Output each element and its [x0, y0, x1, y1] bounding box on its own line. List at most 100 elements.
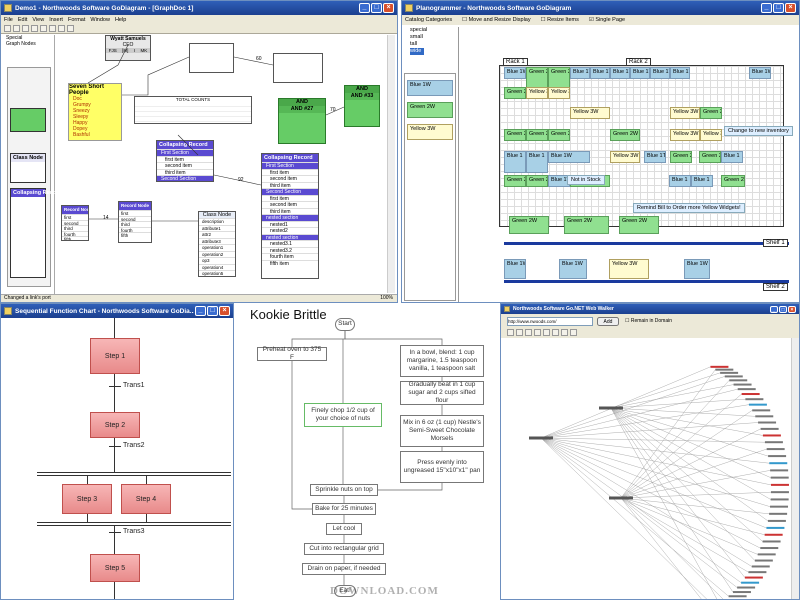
webwalker-hub-node[interactable]: [609, 496, 633, 500]
webwalker-page-node[interactable]: [748, 403, 767, 406]
palette-item-yellow[interactable]: Yellow 3W: [407, 124, 453, 140]
webwalker-scrollbar[interactable]: [791, 338, 799, 599]
plano-item-blue[interactable]: Blue 1T: [570, 67, 590, 79]
webwalker-page-node[interactable]: [724, 375, 743, 378]
webwalker-page-node[interactable]: [760, 547, 779, 550]
back-icon[interactable]: [507, 329, 514, 336]
plano-item-blue[interactable]: Blue 1W: [749, 67, 771, 79]
layout-icon[interactable]: [552, 329, 559, 336]
plano-item-blue[interactable]: Blue 1W: [548, 151, 590, 163]
sfc-step-2[interactable]: Step 2: [90, 412, 140, 438]
link-line[interactable]: [177, 134, 199, 156]
webwalker-page-node[interactable]: [751, 565, 770, 568]
catalog-item-selected[interactable]: wide: [410, 48, 424, 55]
webwalker-page-node[interactable]: [767, 519, 786, 522]
webwalker-page-node[interactable]: [766, 448, 785, 451]
webwalker-page-node[interactable]: [770, 476, 789, 479]
palette-item-blue[interactable]: Blue 1W: [407, 80, 453, 96]
maximize-button[interactable]: □: [779, 305, 787, 313]
plano-item-blue[interactable]: Blue 1T: [644, 151, 666, 163]
plano-item-yellow[interactable]: Yellow 3W: [670, 129, 700, 141]
webwalker-page-node[interactable]: [766, 526, 785, 529]
plano-item-green[interactable]: Green 2W: [564, 216, 609, 234]
webwalker-page-node[interactable]: [770, 469, 789, 472]
webwalker-page-node[interactable]: [769, 512, 788, 515]
webwalker-titlebar[interactable]: Northwoods Software Go.NET Web Walker _ …: [501, 304, 799, 314]
webwalker-page-node[interactable]: [737, 388, 756, 391]
webwalker-page-node[interactable]: [754, 559, 773, 562]
plano-item-yellow[interactable]: Yellow 3: [548, 87, 570, 99]
link-line[interactable]: [122, 56, 190, 96]
palette-and-node[interactable]: [10, 108, 46, 132]
menu-edit[interactable]: Edit: [18, 17, 27, 23]
diagram-canvas[interactable]: Wyatt Samuels CEO FJS [M] I MK Seven Short …: [58, 35, 388, 293]
zoom-in-icon[interactable]: [534, 329, 541, 336]
plano-item-yellow[interactable]: Yellow 3W: [570, 107, 610, 119]
remain-in-domain-checkbox[interactable]: ☐ Remain in Domain: [625, 318, 672, 324]
minimize-button[interactable]: _: [761, 3, 772, 13]
catalog-list[interactable]: special small tall wide: [410, 27, 455, 57]
webwalker-page-node[interactable]: [728, 595, 747, 598]
close-button[interactable]: ×: [383, 3, 394, 13]
catalog-item[interactable]: special: [410, 27, 455, 34]
webwalker-canvas[interactable]: [501, 338, 791, 599]
sfc-step-3[interactable]: Step 3: [62, 484, 112, 514]
paste-icon[interactable]: [49, 25, 56, 32]
webwalker-page-node[interactable]: [729, 379, 748, 382]
plano-item-green[interactable]: Green 2W: [721, 175, 745, 187]
plano-item-yellow[interactable]: Yellow 3W: [609, 259, 649, 279]
plano-item-blue[interactable]: Blue 1W: [684, 259, 710, 279]
planogrammer-titlebar[interactable]: Planogrammer - Northwoods Software GoDia…: [402, 1, 799, 15]
sfc-step-5[interactable]: Step 5: [90, 554, 140, 582]
webwalker-page-node[interactable]: [720, 371, 739, 374]
link-line[interactable]: [233, 56, 274, 66]
webwalker-page-node[interactable]: [741, 581, 760, 584]
minimize-button[interactable]: _: [770, 305, 778, 313]
plano-item-yellow[interactable]: Yellow 3W: [610, 151, 640, 163]
refresh-icon[interactable]: [525, 329, 532, 336]
note-change-inventory[interactable]: Change to new inventory: [724, 126, 793, 136]
plano-item-green[interactable]: Green 2W: [619, 216, 659, 234]
plano-item-blue[interactable]: Blue 1W: [504, 259, 526, 279]
menu-view[interactable]: View: [32, 17, 44, 23]
help-icon[interactable]: [570, 329, 577, 336]
tree-item-graph-nodes[interactable]: Graph Nodes: [3, 41, 54, 47]
menu-help[interactable]: Help: [115, 17, 126, 23]
webwalker-page-node[interactable]: [755, 415, 774, 418]
plano-item-blue[interactable]: Blue 1: [669, 175, 691, 187]
plano-item-green[interactable]: Green 2: [670, 151, 692, 163]
webwalker-page-node[interactable]: [733, 383, 752, 386]
plano-item-yellow[interactable]: Yellow 3: [526, 87, 548, 99]
plano-item-green[interactable]: Green 2W: [526, 175, 548, 187]
webwalker-page-node[interactable]: [715, 368, 734, 371]
webwalker-page-node[interactable]: [770, 483, 789, 486]
maximize-button[interactable]: □: [207, 306, 218, 316]
webwalker-page-node[interactable]: [764, 533, 783, 536]
plano-item-green[interactable]: Green 2T: [526, 129, 548, 141]
webwalker-page-node[interactable]: [770, 505, 789, 508]
plano-item-green[interactable]: Green 2W: [610, 129, 640, 141]
plano-item-blue[interactable]: Blue 1T: [630, 67, 650, 79]
palette-class-node[interactable]: Class Node: [10, 153, 46, 183]
plano-item-blue[interactable]: Blue 1T: [590, 67, 610, 79]
plano-item-yellow[interactable]: Yellow 3W: [670, 107, 700, 119]
webwalker-page-node[interactable]: [762, 434, 781, 437]
menu-format[interactable]: Format: [68, 17, 85, 23]
url-input[interactable]: [507, 317, 593, 326]
sfc-titlebar[interactable]: Sequential Function Chart - Northwoods S…: [1, 304, 233, 318]
plano-item-green[interactable]: Green 2: [504, 87, 526, 99]
webwalker-page-node[interactable]: [758, 421, 777, 424]
webwalker-page-node[interactable]: [757, 553, 776, 556]
close-button[interactable]: ×: [785, 3, 796, 13]
plano-item-blue[interactable]: Blue 1T: [610, 67, 630, 79]
plano-item-blue[interactable]: Blue 1W: [504, 67, 526, 79]
maximize-button[interactable]: □: [371, 3, 382, 13]
plano-canvas[interactable]: Rack 1 Rack 2 Blue 1WGreen 2TGreen 2TBlu…: [458, 27, 798, 302]
toggle-resize-items[interactable]: ☐ Resize Items: [541, 17, 579, 23]
plano-item-green[interactable]: Green 2: [699, 151, 721, 163]
undo-icon[interactable]: [58, 25, 65, 32]
plano-item-blue[interactable]: Blue 1: [721, 151, 743, 163]
toggle-move-resize[interactable]: ☐ Move and Resize Display: [462, 17, 531, 23]
webwalker-page-node[interactable]: [737, 586, 756, 589]
webwalker-page-node[interactable]: [741, 393, 760, 396]
